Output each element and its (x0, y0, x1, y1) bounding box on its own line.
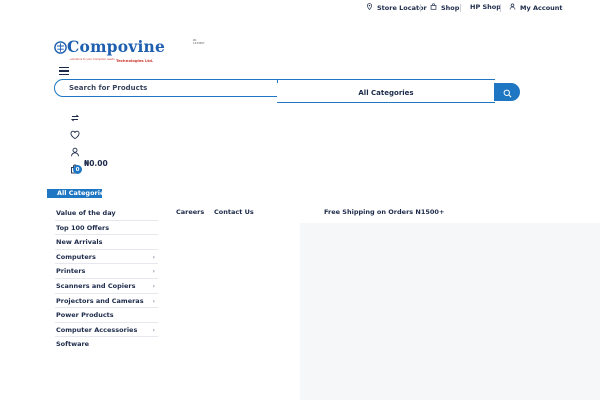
category-item-printers[interactable]: Printers › (55, 264, 158, 279)
logo-name: Compovine (67, 37, 166, 56)
shopping-bag-icon (430, 3, 437, 12)
divider (500, 4, 501, 12)
category-select-label: All Categories (358, 88, 414, 97)
logo-subtitle: Technologies Ltd. (116, 58, 154, 63)
category-select[interactable]: All Categories (277, 83, 495, 103)
account-icon[interactable] (70, 142, 80, 157)
my-account-link[interactable]: My Account (509, 3, 563, 12)
hamburger-line (59, 70, 69, 72)
hamburger-menu-icon[interactable] (59, 67, 69, 75)
category-label: Software (56, 340, 90, 349)
category-label: Computer Accessories (56, 325, 138, 334)
chevron-right-icon: › (152, 297, 155, 305)
hamburger-line (59, 73, 69, 75)
category-label: Printers (56, 267, 86, 276)
category-item-computer-accessories[interactable]: Computer Accessories › (55, 323, 158, 338)
all-categories-header[interactable]: All Categories (47, 189, 108, 198)
cart-count-badge: 0 (73, 165, 82, 174)
category-item-power-products[interactable]: Power Products (55, 308, 158, 323)
category-list: Value of the day Top 100 Offers New Arri… (55, 206, 158, 352)
banner-area (300, 223, 600, 400)
logo-globe-icon (54, 41, 67, 54)
category-label: Top 100 Offers (56, 223, 110, 232)
category-item-top-100-offers[interactable]: Top 100 Offers (55, 221, 158, 236)
category-item-projectors-and-cameras[interactable]: Projectors and Cameras › (55, 294, 158, 309)
shop-label: Shop (441, 3, 460, 12)
logo[interactable]: Compovine ...solutions to your Computer … (54, 37, 205, 64)
category-label: Computers (56, 252, 96, 261)
map-pin-icon (366, 3, 373, 12)
divider (420, 4, 421, 12)
search-border (278, 79, 495, 81)
top-bar: Store Locator Shop HP Shop My Account (0, 0, 600, 16)
shop-link[interactable]: Shop (430, 3, 459, 12)
nav-link-careers[interactable]: Careers (176, 208, 204, 216)
hp-shop-label: HP Shop (470, 3, 501, 11)
search-button[interactable] (494, 83, 520, 101)
cart-total[interactable]: ₦0.00 (84, 159, 108, 168)
category-item-computers[interactable]: Computers › (55, 250, 158, 265)
search-input[interactable] (54, 79, 278, 97)
store-locator-link[interactable]: Store Locator (366, 3, 427, 12)
nav-link-contact-us[interactable]: Contact Us (214, 208, 254, 216)
chevron-right-icon: › (152, 253, 155, 261)
search-bar: All Categories (54, 79, 520, 103)
chevron-right-icon: › (152, 282, 155, 290)
logo-trademark: RC 1234567 (193, 39, 205, 45)
category-label: Projectors and Cameras (56, 296, 144, 305)
hp-shop-link[interactable]: HP Shop (470, 3, 501, 11)
category-item-software[interactable]: Software (55, 337, 158, 352)
chevron-right-icon: › (152, 326, 155, 334)
category-item-value-of-the-day[interactable]: Value of the day (55, 206, 158, 221)
compare-icon[interactable] (70, 108, 80, 122)
heart-icon[interactable] (70, 125, 80, 140)
divider (460, 4, 461, 12)
search-icon (503, 83, 512, 102)
shipping-promo: Free Shipping on Orders N1500+ (324, 208, 445, 216)
category-label: New Arrivals (56, 238, 103, 247)
category-label: Scanners and Copiers (56, 281, 136, 290)
my-account-label: My Account (520, 3, 563, 12)
hamburger-line (59, 67, 69, 69)
category-label: Value of the day (56, 209, 116, 217)
chevron-right-icon: › (152, 268, 155, 276)
category-item-new-arrivals[interactable]: New Arrivals (55, 235, 158, 250)
category-label: Power Products (56, 311, 114, 320)
category-item-scanners-and-copiers[interactable]: Scanners and Copiers › (55, 279, 158, 294)
logo-tagline: ...solutions to your Computer needs (68, 58, 115, 61)
user-icon (509, 3, 516, 12)
